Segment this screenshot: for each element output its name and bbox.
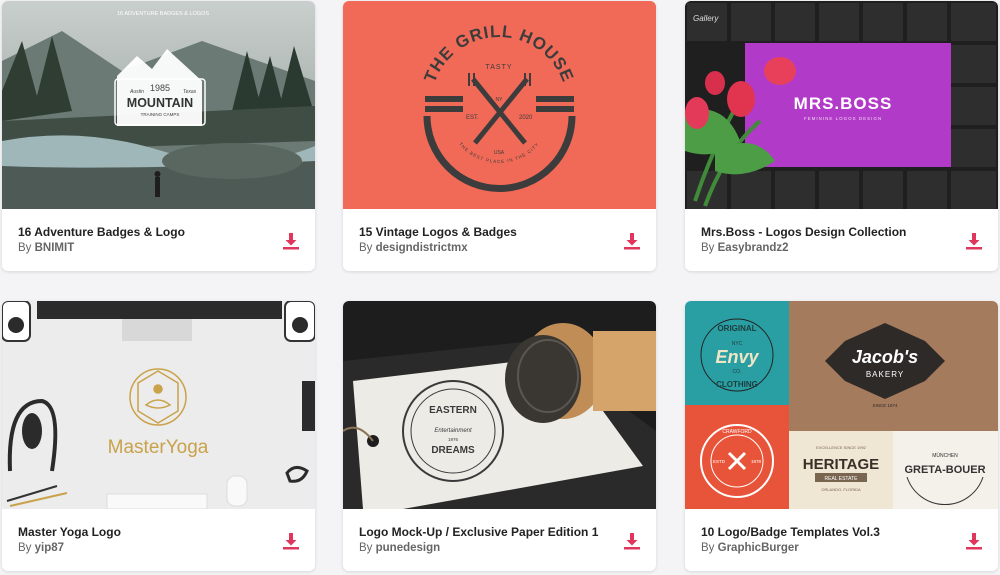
heritage-orlando: ORLANDO, FLORIDA (821, 487, 861, 492)
card-master-yoga[interactable]: MasterYoga Master Yoga Logo By yip87 (2, 301, 315, 571)
heritage-excellence: EXCELLENCE SINCE 1992 (816, 445, 867, 450)
download-icon (966, 533, 982, 550)
stamp-bottom: DREAMS (431, 445, 475, 456)
mrsboss-brand: MRS.BOSS (794, 94, 893, 113)
card-title[interactable]: 16 Adventure Badges & Logo (18, 225, 185, 239)
download-icon (283, 533, 299, 550)
card-title[interactable]: Master Yoga Logo (18, 525, 121, 539)
card-mrs-boss[interactable]: Gallery MRS.BOSS FEMININE LOGOS DESIGN M… (685, 1, 998, 271)
card-logo-mockup[interactable]: EASTERN Entertainment DREAMS 1976 Logo M… (343, 301, 656, 571)
author-name[interactable]: GraphicBurger (718, 542, 799, 554)
card-meta: Mrs.Boss - Logos Design Collection By Ea… (685, 209, 998, 271)
card-author: By GraphicBurger (701, 542, 799, 554)
card-author: By designdistrictmx (359, 242, 468, 254)
badge-right: Texas (183, 89, 197, 95)
grill-year: 2020 (519, 115, 533, 121)
author-name[interactable]: Easybrandz2 (718, 242, 789, 254)
grill-tasty: TASTY (485, 64, 512, 71)
download-icon (283, 233, 299, 250)
stamp-year: 1976 (448, 437, 459, 442)
card-badge-templates[interactable]: ORIGINAL NYC Envy CO. CLOTHING Jacob's B… (685, 301, 998, 571)
badge-left: Austin (129, 89, 144, 95)
card-author: By punedesign (359, 542, 440, 554)
download-button[interactable] (964, 231, 984, 251)
card-title[interactable]: Mrs.Boss - Logos Design Collection (701, 225, 906, 239)
by-label: By (18, 242, 32, 254)
yoga-brand: MasterYoga (108, 437, 209, 458)
download-button[interactable] (964, 531, 984, 551)
download-icon (624, 533, 640, 550)
thumbnail-grill-house[interactable]: THE GRILL HOUSE TASTY EST. 2020 NY USA T… (343, 1, 656, 209)
by-label: By (701, 542, 715, 554)
grill-usa: USA (494, 150, 505, 156)
card-title[interactable]: Logo Mock-Up / Exclusive Paper Edition 1 (359, 525, 598, 539)
asset-grid: 16 ADVENTURE BADGES & LOGOS 1985 Austin … (0, 0, 1000, 575)
download-button[interactable] (622, 531, 642, 551)
badge-sub: TRAINING CAMPS (141, 112, 180, 117)
greta-name: GRETA-BOUER (904, 464, 985, 476)
card-adventure-badges[interactable]: 16 ADVENTURE BADGES & LOGOS 1985 Austin … (2, 1, 315, 271)
jacobs-since: SINCE 1974 (872, 403, 898, 408)
envy-t2: Envy (715, 347, 759, 367)
stamp-top: EASTERN (429, 405, 477, 416)
thumbnail-badge-templates[interactable]: ORIGINAL NYC Envy CO. CLOTHING Jacob's B… (685, 301, 998, 509)
by-label: By (701, 242, 715, 254)
jacobs-bakery: BAKERY (866, 370, 904, 379)
author-name[interactable]: BNIMIT (35, 242, 75, 254)
heritage-title: HERITAGE (803, 456, 879, 473)
crawford-est: ESTD (713, 459, 726, 464)
card-author: By yip87 (18, 542, 64, 554)
stamp-mid: Entertainment (434, 428, 472, 434)
card-title[interactable]: 15 Vintage Logos & Badges (359, 225, 517, 239)
by-label: By (359, 542, 373, 554)
heritage-realestate: REAL ESTATE (825, 476, 859, 482)
crawford-name: CRAWFORD (722, 429, 752, 435)
crawford-year: 1978 (751, 459, 762, 464)
card-meta: Logo Mock-Up / Exclusive Paper Edition 1… (343, 509, 656, 571)
gallery-text: Gallery (693, 14, 719, 23)
badge-year: 1985 (150, 83, 170, 93)
download-icon (966, 233, 982, 250)
thumbnail-paper-mockup[interactable]: EASTERN Entertainment DREAMS 1976 (343, 301, 656, 509)
grill-ny: NY (496, 97, 504, 103)
envy-co: CO. (733, 369, 742, 375)
download-button[interactable] (281, 231, 301, 251)
download-button[interactable] (622, 231, 642, 251)
envy-t3: CLOTHING (716, 380, 758, 389)
card-vintage-logos[interactable]: THE GRILL HOUSE TASTY EST. 2020 NY USA T… (343, 1, 656, 271)
card-meta: 16 Adventure Badges & Logo By BNIMIT (2, 209, 315, 271)
thumbnail-mrs-boss[interactable]: Gallery MRS.BOSS FEMININE LOGOS DESIGN (685, 1, 998, 209)
card-meta: Master Yoga Logo By yip87 (2, 509, 315, 571)
envy-t1: ORIGINAL (717, 324, 756, 333)
card-author: By Easybrandz2 (701, 242, 789, 254)
download-icon (624, 233, 640, 250)
jacobs-name: Jacob's (852, 347, 918, 367)
thumb-top-text: 16 ADVENTURE BADGES & LOGOS (117, 11, 209, 17)
badge-main: MOUNTAIN (127, 96, 193, 110)
grill-est: EST. (466, 115, 479, 121)
by-label: By (18, 542, 32, 554)
card-title[interactable]: 10 Logo/Badge Templates Vol.3 (701, 525, 880, 539)
card-author: By BNIMIT (18, 242, 74, 254)
thumbnail-master-yoga[interactable]: MasterYoga (2, 301, 315, 509)
card-meta: 15 Vintage Logos & Badges By designdistr… (343, 209, 656, 271)
card-meta: 10 Logo/Badge Templates Vol.3 By Graphic… (685, 509, 998, 571)
author-name[interactable]: yip87 (35, 542, 64, 554)
author-name[interactable]: punedesign (376, 542, 441, 554)
greta-munchen: MÜNCHEN (932, 452, 958, 459)
thumbnail-adventure[interactable]: 16 ADVENTURE BADGES & LOGOS 1985 Austin … (2, 1, 315, 209)
by-label: By (359, 242, 373, 254)
mrsboss-tagline: FEMININE LOGOS DESIGN (804, 116, 882, 121)
download-button[interactable] (281, 531, 301, 551)
author-name[interactable]: designdistrictmx (376, 242, 468, 254)
